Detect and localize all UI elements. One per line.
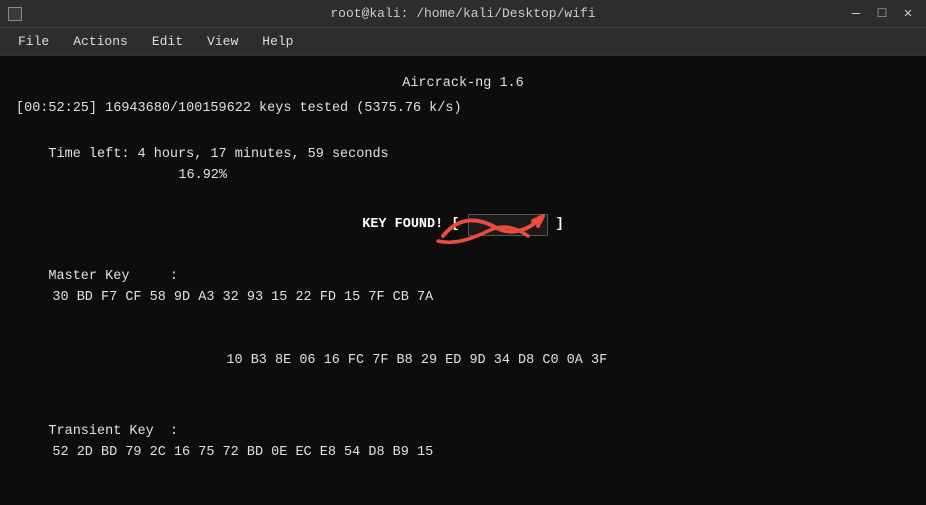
title-bar-left — [8, 7, 22, 21]
terminal-window[interactable]: Aircrack-ng 1.6 [00:52:25] 16943680/1001… — [0, 56, 926, 505]
minimize-button[interactable]: — — [846, 4, 866, 24]
title-bar-controls: — □ ✕ — [846, 4, 918, 24]
transient-key-label: Transient Key : — [48, 424, 178, 439]
master-key-val1: 30 BD F7 CF 58 9D A3 32 93 15 22 FD 15 7… — [52, 290, 433, 305]
transient-key-line1: Transient Key : 52 2D BD 79 2C 16 75 72 … — [16, 401, 910, 485]
transient-key-line2: E9 CF AF 0F D4 2F 60 93 EA 62 5C 25 2E F… — [16, 485, 910, 505]
menu-view[interactable]: View — [197, 32, 248, 51]
key-found-value — [468, 214, 548, 237]
master-key-line1: Master Key : 30 BD F7 CF 58 9D A3 32 93 … — [16, 246, 910, 330]
close-button[interactable]: ✕ — [898, 4, 918, 24]
transient-key-val1: 52 2D BD 79 2C 16 75 72 BD 0E EC E8 54 D… — [52, 445, 433, 460]
menu-edit[interactable]: Edit — [142, 32, 193, 51]
menu-actions[interactable]: Actions — [63, 32, 138, 51]
master-key-val2: 10 B3 8E 06 16 FC 7F B8 29 ED 9D 34 D8 C… — [226, 353, 607, 368]
key-found-line: KEY FOUND! [ ] — [16, 214, 910, 237]
window-icon — [8, 7, 22, 21]
title-bar-title: root@kali: /home/kali/Desktop/wifi — [330, 6, 595, 21]
menu-file[interactable]: File — [8, 32, 59, 51]
key-found-close: ] — [556, 217, 564, 232]
master-key-line2: 10 B3 8E 06 16 FC 7F B8 29 ED 9D 34 D8 C… — [16, 330, 910, 393]
time-left-label: Time left: 4 hours, 17 minutes, 59 secon… — [48, 147, 388, 162]
maximize-button[interactable]: □ — [872, 4, 892, 24]
percent-value: 16.92% — [178, 168, 227, 183]
time-left-line: Time left: 4 hours, 17 minutes, 59 secon… — [16, 124, 910, 208]
keys-tested-line: [00:52:25] 16943680/100159622 keys teste… — [16, 99, 910, 120]
key-found-label: KEY FOUND! [ — [362, 217, 459, 232]
title-bar: root@kali: /home/kali/Desktop/wifi — □ ✕ — [0, 0, 926, 28]
menu-bar: File Actions Edit View Help — [0, 28, 926, 56]
menu-help[interactable]: Help — [252, 32, 303, 51]
aircrack-header: Aircrack-ng 1.6 — [16, 74, 910, 95]
master-key-label: Master Key : — [48, 269, 178, 284]
